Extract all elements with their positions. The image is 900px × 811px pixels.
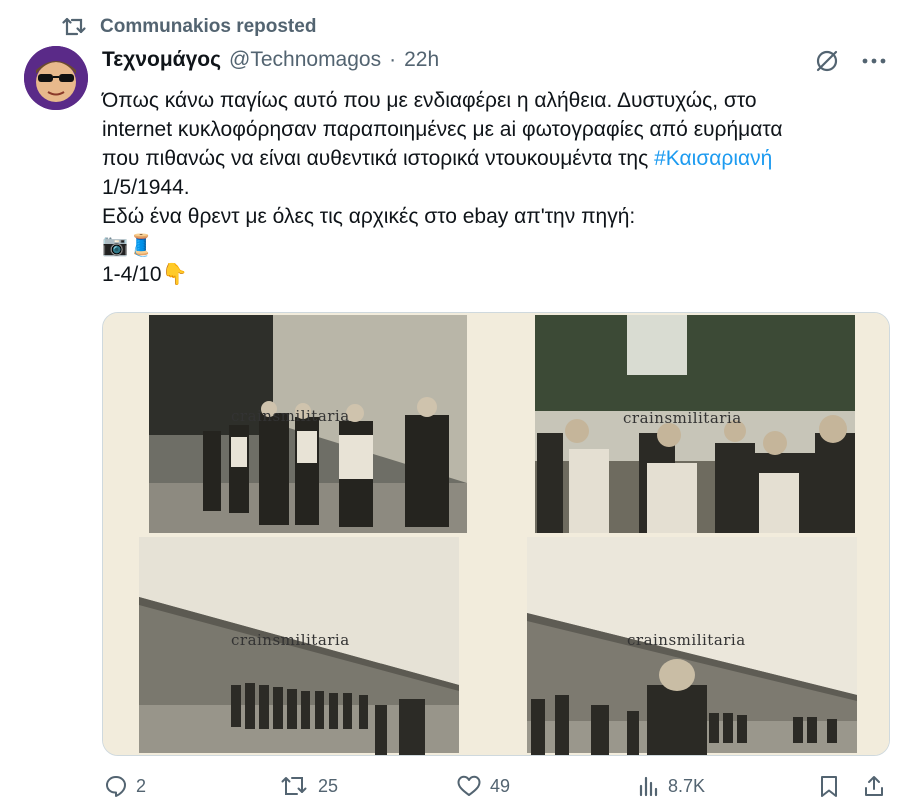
media-grid: crainsmilitaria crainsmilitaria crainsmi… [102,312,890,756]
views-count: 8.7K [668,775,706,796]
thread-counter: 1-4/10 [102,263,162,286]
timestamp[interactable]: 22h [404,48,439,72]
more-options-icon[interactable] [862,57,886,65]
repost-count: 25 [318,775,339,796]
text-line: 1-4/10👇 [102,260,882,289]
photo-2[interactable]: crainsmilitaria [497,313,889,535]
repost-button[interactable]: 25 [280,774,338,798]
heart-icon [457,775,481,796]
photo-1[interactable]: crainsmilitaria [103,313,497,535]
text-line: 1/5/1944. [102,176,190,199]
watermark: crainsmilitaria [627,631,746,649]
watermark: crainsmilitaria [231,631,350,649]
bookmark-icon [821,776,837,797]
grok-icon[interactable] [814,48,840,74]
text-line: Όπως κάνω παγίως αυτό που με ενδιαφέρει … [102,89,757,112]
text-line: Εδώ ένα θρεντ με όλες τις αρχικές στο eb… [102,205,636,228]
photo-3[interactable]: crainsmilitaria [103,535,497,755]
text-fragment: που πιθανώς να είναι αυθεντικά ιστορικά … [102,147,655,170]
repost-action-icon [281,777,307,795]
tweet-header: Τεχνομάγος @Technomagos · 22h [102,48,439,72]
repost-text: Communakios reposted [100,16,317,37]
repost-icon [62,17,86,36]
hashtag-link[interactable]: #Καισαριανή [654,147,772,170]
bookmark-button[interactable] [818,774,840,798]
like-button[interactable]: 49 [456,774,510,798]
like-count: 49 [490,775,511,796]
author-handle[interactable]: @Technomagos [229,48,381,72]
watermark: crainsmilitaria [623,409,742,427]
action-bar: 2 25 49 8.7K [100,774,890,808]
header-actions [814,48,886,74]
separator-dot: · [389,48,397,71]
views-button[interactable]: 8.7K [638,774,705,798]
avatar[interactable] [24,46,88,110]
emoji-line: 📷🧵 [102,234,155,257]
author-display-name[interactable]: Τεχνομάγος [102,48,221,72]
reply-count: 2 [136,775,147,796]
reply-icon [106,776,126,797]
views-icon [639,776,658,797]
text-line: internet κυκλοφόρησαν παραποιημένες με a… [102,118,783,141]
pointing-down-emoji: 👇 [161,263,188,286]
watermark: crainsmilitaria [231,407,350,425]
share-button[interactable] [862,774,886,798]
share-icon [865,776,883,796]
photo-4[interactable]: crainsmilitaria [497,535,889,755]
repost-context[interactable]: Communakios reposted [62,16,316,38]
text-line: που πιθανώς να είναι αυθεντικά ιστορικά … [102,144,882,173]
reply-button[interactable]: 2 [104,774,146,798]
tweet-text: Όπως κάνω παγίως αυτό που με ενδιαφέρει … [102,86,882,289]
avatar-image [24,46,88,110]
